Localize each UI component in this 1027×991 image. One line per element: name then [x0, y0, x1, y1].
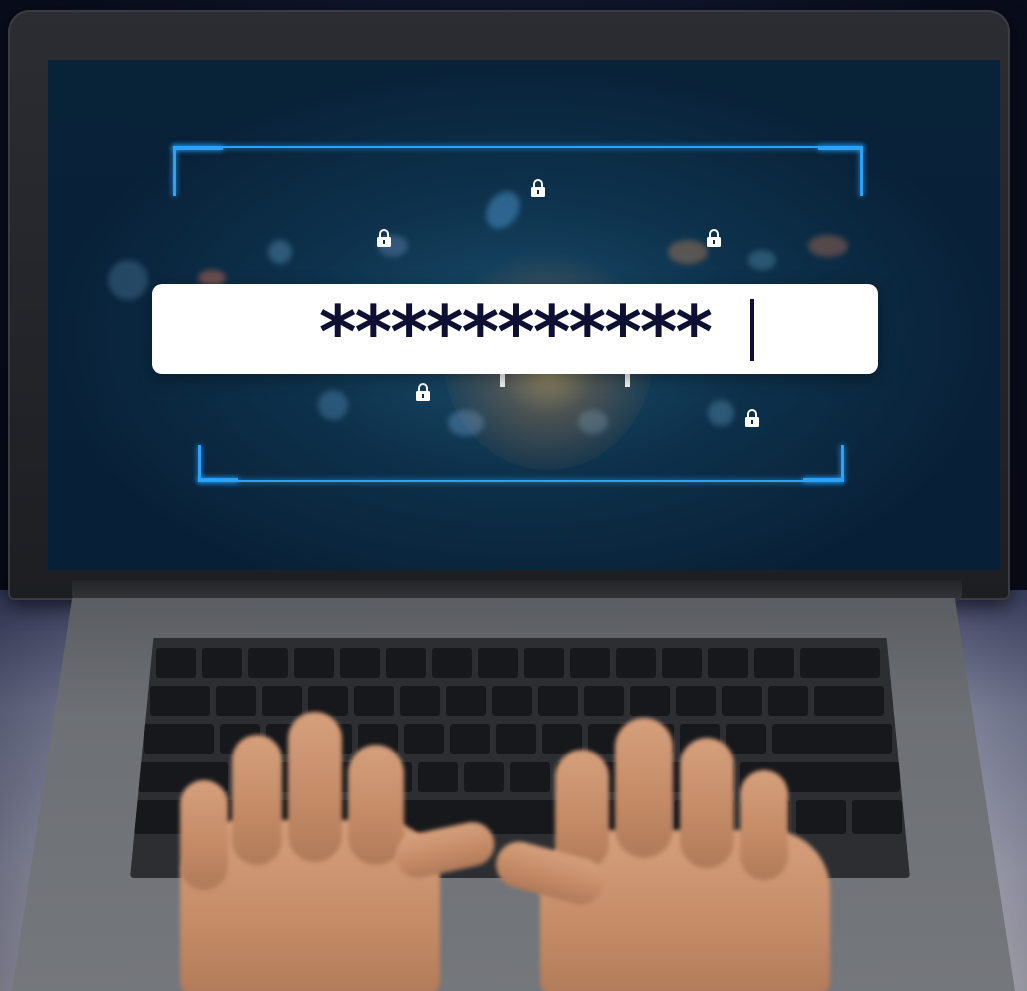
lock-icon [707, 229, 721, 247]
password-field[interactable]: *********** [152, 284, 878, 374]
lock-icon [377, 229, 391, 247]
lock-icon [745, 409, 759, 427]
lock-icon [531, 179, 545, 197]
text-cursor [750, 299, 754, 361]
password-masked-text: *********** [318, 290, 713, 374]
lock-icon [416, 383, 430, 401]
photo-scene: *********** [0, 0, 1027, 991]
